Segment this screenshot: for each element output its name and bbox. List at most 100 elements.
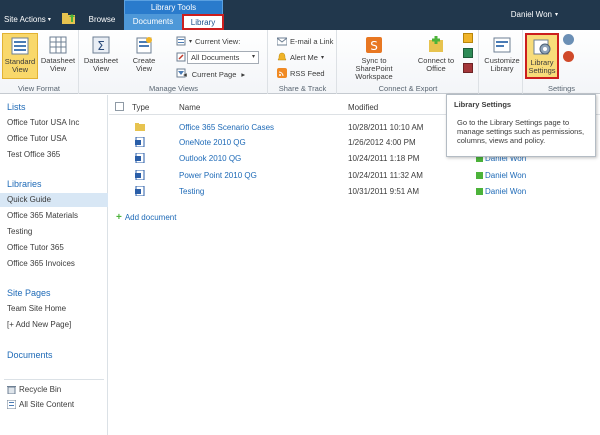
plus-icon: + xyxy=(116,212,122,223)
rss-feed-button[interactable]: RSS Feed xyxy=(277,66,325,80)
table-row[interactable]: Power Point 2010 QG 10/24/2011 11:32 AM … xyxy=(109,168,600,183)
recycle-bin-link[interactable]: Recycle Bin xyxy=(7,385,61,394)
nav-heading-site-pages[interactable]: Site Pages xyxy=(7,288,51,298)
modified-date: 1/26/2012 4:00 PM xyxy=(348,138,416,147)
datasheet-sigma-icon: Σ xyxy=(92,36,110,54)
column-header-name[interactable]: Name xyxy=(179,103,200,112)
user-menu[interactable]: Daniel Won ▾ xyxy=(511,10,558,19)
add-document-link[interactable]: + Add document xyxy=(116,212,176,223)
library-settings-gear-icon xyxy=(533,39,551,55)
alert-bell-icon xyxy=(277,52,287,61)
word-document-icon xyxy=(135,170,145,180)
chevron-down-icon: ▾ xyxy=(189,38,193,45)
document-name-link[interactable]: Power Point 2010 QG xyxy=(179,171,257,180)
svg-text:Σ: Σ xyxy=(97,39,105,53)
top-bar: Site Actions ▾ Browse Library Tools Docu… xyxy=(0,0,600,30)
outlook-icon[interactable] xyxy=(463,33,473,43)
standard-view-button[interactable]: Standard View xyxy=(2,33,38,79)
modified-date: 10/31/2011 9:51 AM xyxy=(348,187,420,196)
nav-item-test-office-365[interactable]: Test Office 365 xyxy=(7,150,60,159)
email-link-label: E-mail a Link xyxy=(290,36,334,46)
document-name-link[interactable]: Office 365 Scenario Cases xyxy=(179,123,274,132)
modify-view-icon[interactable] xyxy=(176,52,186,62)
rss-feed-label: RSS Feed xyxy=(290,68,325,78)
customize-library-label: Customize Library xyxy=(484,56,520,73)
nav-item-office-365-invoices[interactable]: Office 365 Invoices xyxy=(7,259,75,268)
modified-date: 10/24/2011 1:18 PM xyxy=(348,154,420,163)
modified-by-name: Daniel Won xyxy=(485,187,527,196)
current-view-select[interactable]: All Documents ▾ xyxy=(187,51,259,64)
document-name-link[interactable]: Outlook 2010 QG xyxy=(179,154,241,163)
workflow-settings-icon[interactable] xyxy=(563,51,574,62)
column-header-type[interactable]: Type xyxy=(132,103,149,112)
nav-item-office-tutor-365[interactable]: Office Tutor 365 xyxy=(7,243,64,252)
nav-heading-lists[interactable]: Lists xyxy=(7,102,26,112)
email-link-button[interactable]: E-mail a Link xyxy=(277,34,333,48)
chevron-down-icon: ▾ xyxy=(320,54,324,61)
library-settings-label: Library Settings xyxy=(528,58,556,75)
datasheet-view-button[interactable]: Datasheet View xyxy=(40,33,76,79)
document-name-link[interactable]: OneNote 2010 QG xyxy=(179,138,246,147)
word-document-icon xyxy=(135,153,145,163)
nav-item-quick-guide[interactable]: Quick Guide xyxy=(0,193,108,207)
site-actions-menu[interactable]: Site Actions ▾ xyxy=(4,15,51,24)
recycle-bin-label: Recycle Bin xyxy=(19,385,62,394)
modified-by-link[interactable]: Daniel Won xyxy=(476,171,526,180)
standard-view-icon xyxy=(11,37,29,55)
tooltip-title: Library Settings xyxy=(454,100,512,109)
customize-library-icon xyxy=(493,37,511,53)
all-site-content-link[interactable]: All Site Content xyxy=(7,400,74,409)
alert-me-button[interactable]: Alert Me ▾ xyxy=(277,50,324,64)
sync-sharepoint-workspace-button[interactable]: S Sync to SharePoint Workspace xyxy=(345,33,403,81)
tab-documents[interactable]: Documents xyxy=(124,14,182,30)
tab-library[interactable]: Library xyxy=(182,14,224,30)
nav-item-add-new-page[interactable]: [+ Add New Page] xyxy=(7,320,71,329)
create-view-button[interactable]: Create View xyxy=(126,33,162,79)
select-all-checkbox[interactable] xyxy=(115,102,124,111)
site-actions-label: Site Actions xyxy=(4,15,46,24)
nav-item-testing[interactable]: Testing xyxy=(7,227,32,236)
tooltip-body: Go to the Library Settings page to manag… xyxy=(457,118,585,145)
alert-me-label: Alert Me xyxy=(290,52,318,62)
office-apps-icons xyxy=(463,33,475,78)
email-icon xyxy=(277,37,287,46)
access-icon[interactable] xyxy=(463,63,473,73)
table-row[interactable]: Testing 10/31/2011 9:51 AM Daniel Won xyxy=(109,184,600,199)
previous-page-icon[interactable]: ◂ xyxy=(183,70,187,79)
word-document-icon xyxy=(135,137,145,147)
library-permissions-icon[interactable] xyxy=(563,34,574,45)
current-view-row: ▾ Current View: xyxy=(176,34,240,48)
standard-view-label: Standard View xyxy=(4,57,36,74)
connect-to-office-button[interactable]: Connect to Office xyxy=(415,33,457,79)
library-settings-button[interactable]: Library Settings xyxy=(525,33,559,79)
excel-icon[interactable] xyxy=(463,48,473,58)
quick-launch-nav: Lists Office Tutor USA Inc Office Tutor … xyxy=(0,95,108,435)
create-view-label: Create View xyxy=(132,56,156,73)
tab-browse[interactable]: Browse xyxy=(82,15,122,24)
customize-library-button[interactable]: Customize Library xyxy=(482,33,522,79)
modified-by-name: Daniel Won xyxy=(485,171,527,180)
modified-by-link[interactable]: Daniel Won xyxy=(476,187,526,196)
column-header-modified[interactable]: Modified xyxy=(348,103,378,112)
group-label-share-track: Share & Track xyxy=(278,84,327,93)
user-name: Daniel Won xyxy=(510,10,552,19)
svg-text:S: S xyxy=(370,39,378,53)
nav-item-team-site-home[interactable]: Team Site Home xyxy=(7,304,66,313)
rss-icon xyxy=(277,68,287,78)
group-view-format: Standard View Datasheet View View Format xyxy=(0,30,79,94)
current-view-value: All Documents xyxy=(191,53,240,62)
navigate-up-icon[interactable] xyxy=(62,13,76,24)
word-document-icon xyxy=(135,186,145,196)
nav-item-office-365-materials[interactable]: Office 365 Materials xyxy=(7,211,78,220)
datasheet-view-label: Datasheet View xyxy=(40,56,76,73)
recycle-bin-icon xyxy=(7,386,16,394)
document-name-link[interactable]: Testing xyxy=(179,187,204,196)
nav-item-office-tutor-usa[interactable]: Office Tutor USA xyxy=(7,134,67,143)
nav-heading-documents[interactable]: Documents xyxy=(7,350,53,360)
nav-item-office-tutor-usa-inc[interactable]: Office Tutor USA Inc xyxy=(7,118,79,127)
datasheet-button[interactable]: Σ Datasheet View xyxy=(83,33,119,79)
chevron-down-icon: ▾ xyxy=(554,12,558,18)
library-tools-context: Library Tools xyxy=(124,0,223,14)
nav-heading-libraries[interactable]: Libraries xyxy=(7,179,42,189)
next-page-icon[interactable]: ▸ xyxy=(241,70,245,79)
